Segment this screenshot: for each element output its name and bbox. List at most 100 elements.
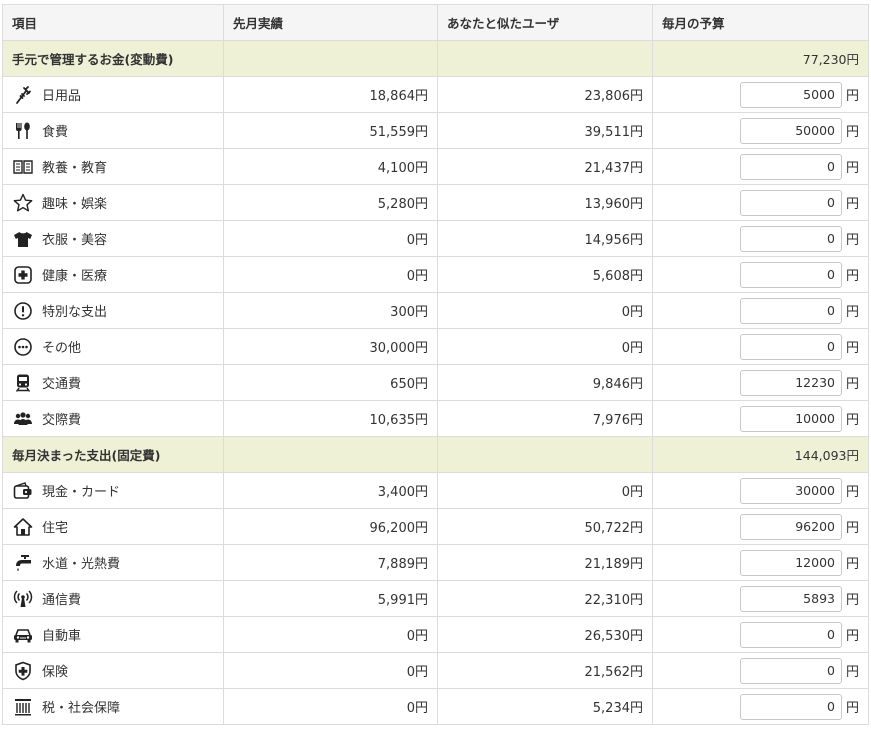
- budget-input-wrap: 円: [739, 333, 859, 360]
- similar-users-value: 26,530円: [437, 616, 653, 653]
- budget-input-wrap: 円: [739, 117, 859, 144]
- category-label: 住宅: [42, 521, 69, 536]
- category-label: 交通費: [42, 377, 82, 392]
- car-icon: [12, 624, 34, 646]
- category-label: 教養・教育: [42, 161, 108, 176]
- category-label-wrap: 通信費: [12, 588, 214, 610]
- budget-input[interactable]: [739, 657, 842, 684]
- last-month-value: 10,635円: [223, 400, 438, 437]
- budget-input-wrap: 円: [739, 693, 859, 720]
- similar-users-value: 50,722円: [437, 508, 653, 545]
- category-cell: 衣服・美容: [2, 220, 224, 257]
- category-label: 衣服・美容: [42, 233, 108, 248]
- budget-input[interactable]: [739, 153, 842, 180]
- category-label: 通信費: [42, 593, 82, 608]
- category-label-wrap: 特別な支出: [12, 300, 214, 322]
- yen-unit: 円: [845, 89, 859, 104]
- budget-input[interactable]: [739, 693, 842, 720]
- people-icon: [12, 408, 34, 430]
- budget-cell: 円: [652, 652, 869, 689]
- group-title: 手元で管理するお金(変動費): [2, 40, 224, 77]
- budget-input[interactable]: [739, 405, 842, 432]
- category-label-wrap: 保険: [12, 660, 214, 682]
- budget-cell: 円: [652, 364, 869, 401]
- budget-input[interactable]: [739, 513, 842, 540]
- budget-input-wrap: 円: [739, 405, 859, 432]
- budget-input[interactable]: [739, 585, 842, 612]
- budget-input-wrap: 円: [739, 297, 859, 324]
- similar-users-value: 23,806円: [437, 76, 653, 113]
- similar-users-value: 39,511円: [437, 112, 653, 149]
- group-row: 毎月決まった支出(固定費) 144,093円: [2, 436, 869, 473]
- table-row: 保険 0円21,562円 円: [2, 652, 869, 689]
- pillar-icon: [12, 696, 34, 718]
- budget-input[interactable]: [739, 477, 842, 504]
- category-label: 交際費: [42, 413, 82, 428]
- table-row: 健康・医療 0円5,608円 円: [2, 256, 869, 293]
- category-label-wrap: 交際費: [12, 408, 214, 430]
- last-month-value: 4,100円: [223, 148, 438, 185]
- category-label-wrap: 健康・医療: [12, 264, 214, 286]
- header-similar-users: あなたと似たユーザ: [437, 4, 653, 41]
- group-empty-cell: [437, 40, 653, 77]
- category-label-wrap: 日用品: [12, 84, 214, 106]
- category-label: 特別な支出: [42, 305, 108, 320]
- group-empty-cell: [223, 436, 438, 473]
- header-monthly-budget: 毎月の予算: [652, 4, 869, 41]
- yen-unit: 円: [845, 629, 859, 644]
- budget-cell: 円: [652, 184, 869, 221]
- medical-cross-icon: [12, 264, 34, 286]
- category-label-wrap: 水道・光熱費: [12, 552, 214, 574]
- budget-input-wrap: 円: [739, 549, 859, 576]
- header-last-month: 先月実績: [223, 4, 438, 41]
- budget-cell: 円: [652, 472, 869, 509]
- last-month-value: 30,000円: [223, 328, 438, 365]
- fork-spoon-icon: [12, 120, 34, 142]
- similar-users-value: 0円: [437, 328, 653, 365]
- similar-users-value: 5,608円: [437, 256, 653, 293]
- budget-cell: 円: [652, 292, 869, 329]
- budget-input-wrap: 円: [739, 369, 859, 396]
- budget-input[interactable]: [739, 549, 842, 576]
- category-label: 健康・医療: [42, 269, 108, 284]
- budget-input[interactable]: [739, 297, 842, 324]
- category-cell: 食費: [2, 112, 224, 149]
- category-label: 保険: [42, 665, 69, 680]
- category-cell: 教養・教育: [2, 148, 224, 185]
- similar-users-value: 7,976円: [437, 400, 653, 437]
- last-month-value: 7,889円: [223, 544, 438, 581]
- last-month-value: 3,400円: [223, 472, 438, 509]
- category-label: 趣味・娯楽: [42, 197, 108, 212]
- category-cell: 水道・光熱費: [2, 544, 224, 581]
- table-row: 現金・カード 3,400円0円 円: [2, 472, 869, 509]
- category-cell: 健康・医療: [2, 256, 224, 293]
- budget-input[interactable]: [739, 369, 842, 396]
- category-label-wrap: 自動車: [12, 624, 214, 646]
- budget-input[interactable]: [739, 81, 842, 108]
- budget-input-wrap: 円: [739, 477, 859, 504]
- budget-input[interactable]: [739, 333, 842, 360]
- header-item: 項目: [2, 4, 224, 41]
- category-label-wrap: 税・社会保障: [12, 696, 214, 718]
- budget-input-wrap: 円: [739, 585, 859, 612]
- table-row: 日用品 18,864円23,806円 円: [2, 76, 869, 113]
- budget-input[interactable]: [739, 621, 842, 648]
- yen-unit: 円: [845, 413, 859, 428]
- table-row: 通信費 5,991円22,310円 円: [2, 580, 869, 617]
- budget-cell: 円: [652, 508, 869, 545]
- similar-users-value: 0円: [437, 292, 653, 329]
- similar-users-value: 5,234円: [437, 688, 653, 725]
- last-month-value: 300円: [223, 292, 438, 329]
- daily-goods-icon: [12, 84, 34, 106]
- budget-input[interactable]: [739, 117, 842, 144]
- budget-input[interactable]: [739, 261, 842, 288]
- budget-input[interactable]: [739, 189, 842, 216]
- budget-input-wrap: 円: [739, 261, 859, 288]
- last-month-value: 0円: [223, 220, 438, 257]
- budget-input[interactable]: [739, 225, 842, 252]
- yen-unit: 円: [845, 125, 859, 140]
- budget-cell: 円: [652, 544, 869, 581]
- category-label: 現金・カード: [42, 485, 121, 500]
- budget-input-wrap: 円: [739, 657, 859, 684]
- table-row: 特別な支出 300円0円 円: [2, 292, 869, 329]
